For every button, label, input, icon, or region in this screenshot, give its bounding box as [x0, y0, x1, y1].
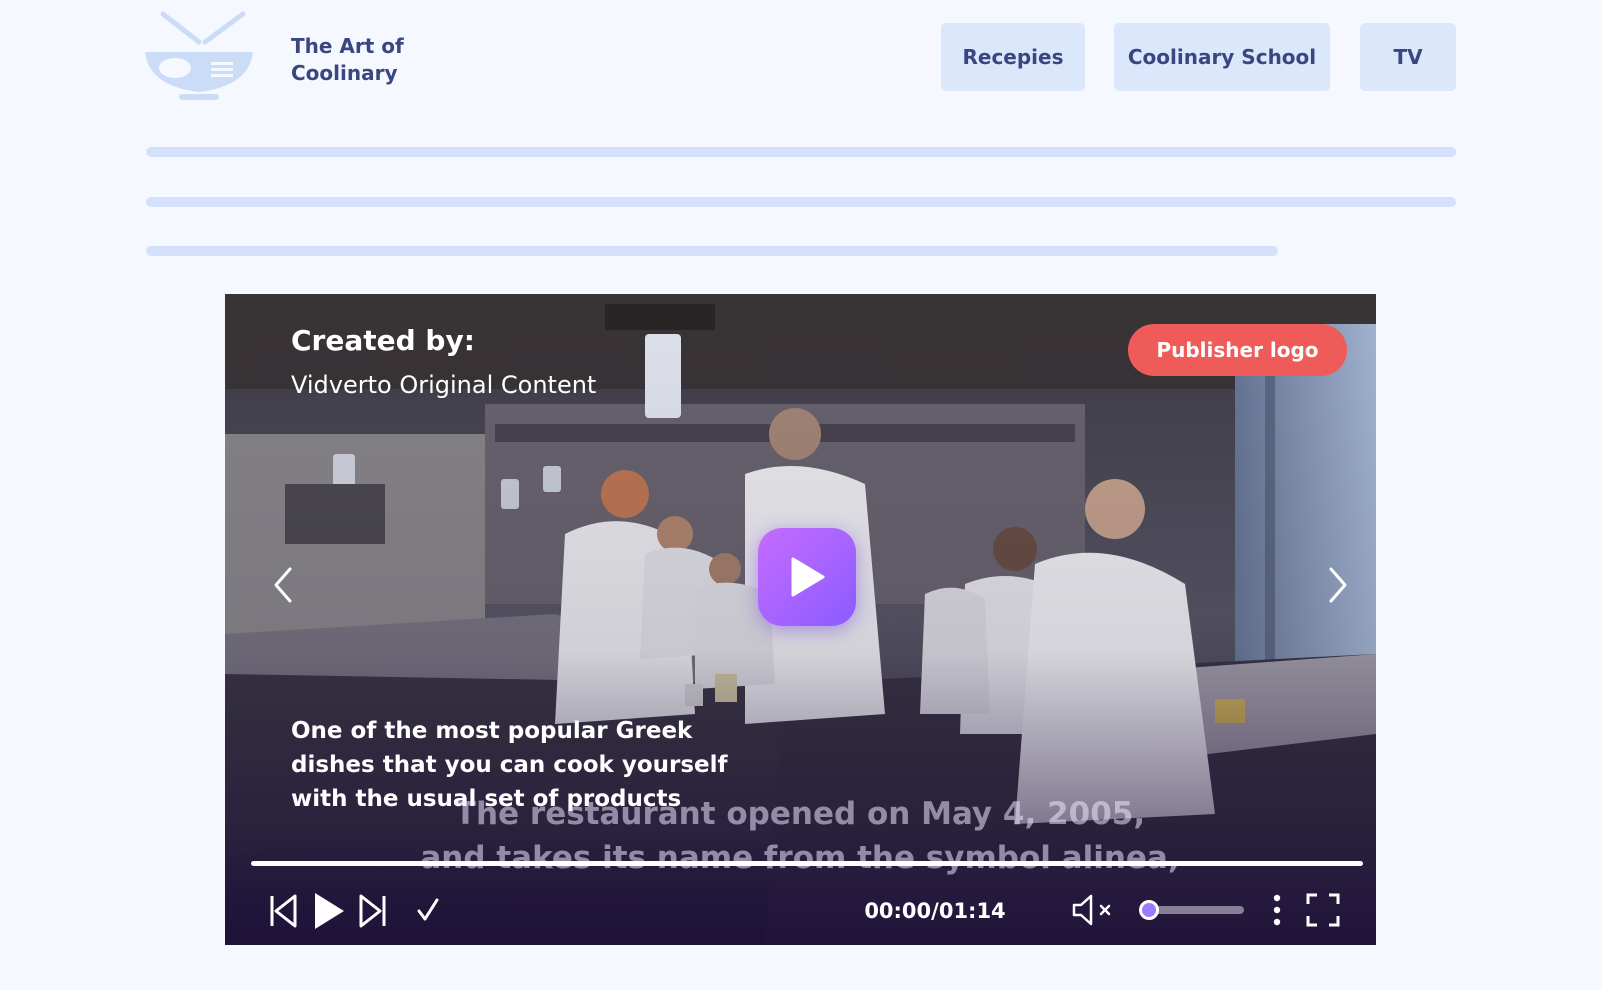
speaker-muted-icon — [1072, 894, 1111, 926]
volume-slider[interactable] — [1139, 900, 1244, 920]
play-button[interactable] — [309, 888, 349, 934]
next-arrow-button[interactable] — [1318, 560, 1358, 610]
skip-next-button[interactable] — [355, 890, 391, 932]
mute-button[interactable] — [1069, 892, 1119, 928]
video-player[interactable]: Created by: Vidverto Original Content Pu… — [225, 294, 1376, 945]
checkmark-icon — [417, 898, 439, 921]
fullscreen-button[interactable] — [1303, 891, 1343, 929]
brand-line-1: The Art of — [291, 34, 404, 58]
checkmark-button[interactable] — [413, 894, 443, 926]
bowl-chopsticks-logo-icon[interactable] — [143, 8, 255, 104]
more-vertical-icon — [1273, 894, 1281, 926]
skip-previous-icon — [270, 894, 297, 928]
chevron-right-icon — [1329, 567, 1347, 603]
play-icon — [315, 893, 344, 929]
fullscreen-icon — [1306, 893, 1340, 927]
created-by-value: Vidverto Original Content — [291, 371, 597, 399]
nav-tv-button[interactable]: TV — [1360, 23, 1456, 91]
brand-name: The Art of Coolinary — [291, 33, 404, 87]
chevron-left-icon — [274, 567, 292, 603]
previous-arrow-button[interactable] — [263, 560, 303, 610]
skip-next-icon — [359, 894, 386, 928]
time-display: 00:00/01:14 — [864, 899, 1006, 923]
more-options-button[interactable] — [1265, 890, 1289, 930]
brand-line-2: Coolinary — [291, 61, 398, 85]
subtitle-line-2: and takes its name from the symbol aline… — [420, 840, 1180, 876]
placeholder-line-2 — [146, 197, 1456, 207]
nav-recepies-button[interactable]: Recepies — [941, 23, 1085, 91]
nav-coolinary-school-button[interactable]: Coolinary School — [1114, 23, 1330, 91]
created-by-label: Created by: — [291, 324, 475, 357]
progress-bar[interactable] — [251, 861, 1363, 866]
publisher-logo-badge[interactable]: Publisher logo — [1128, 324, 1347, 376]
skip-previous-button[interactable] — [265, 890, 301, 932]
placeholder-line-3 — [146, 246, 1278, 256]
volume-knob[interactable] — [1139, 900, 1159, 920]
subtitle-caption: The restaurant opened on May 4, 2005, an… — [415, 792, 1185, 880]
play-icon — [791, 557, 825, 597]
subtitle-line-1: The restaurant opened on May 4, 2005, — [454, 796, 1146, 832]
big-play-button[interactable] — [758, 528, 856, 626]
placeholder-line-1 — [146, 147, 1456, 157]
